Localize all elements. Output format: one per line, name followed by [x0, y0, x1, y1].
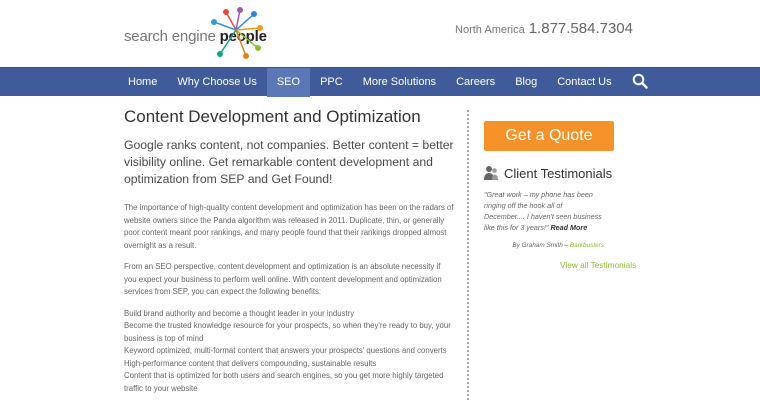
phone-number[interactable]: 1.877.584.7304: [529, 20, 633, 37]
get-a-quote-button[interactable]: Get a Quote: [484, 121, 614, 151]
phone-contact[interactable]: North America 1.877.584.7304: [455, 20, 633, 37]
main-nav: Home Why Choose Us SEO PPC More Solution…: [0, 67, 760, 97]
nav-item-more-solutions[interactable]: More Solutions: [353, 68, 446, 97]
body-paragraph: From an SEO perspective, content develop…: [124, 262, 442, 296]
site-header: search engine people North America 1.877…: [0, 0, 760, 67]
nav-item-seo[interactable]: SEO: [266, 68, 311, 97]
nav-item-ppc[interactable]: PPC: [310, 68, 353, 97]
nav-item-why-choose-us[interactable]: Why Choose Us: [167, 68, 266, 97]
sidebar: Get a Quote Client Testimonials "Great w…: [484, 121, 636, 270]
nav-search-button[interactable]: [622, 68, 658, 97]
view-all-testimonials-link[interactable]: View all Testimonials: [560, 260, 636, 270]
testimonials-title: Client Testimonials: [504, 165, 613, 181]
people-icon: [484, 166, 498, 180]
company-link[interactable]: Barkbusters: [570, 242, 604, 249]
testimonial-quote: "Great work – my phone has been ringing …: [484, 189, 604, 233]
page-title: Content Development and Optimization: [124, 107, 421, 126]
column-divider: [467, 110, 469, 400]
benefit-item: Build brand authority and become a thoug…: [124, 308, 355, 318]
author-name: By Graham Smith –: [512, 242, 570, 249]
people-network-icon: [211, 7, 263, 59]
search-icon[interactable]: [632, 73, 648, 89]
lead-paragraph: Google ranks content, not companies. Bet…: [124, 138, 454, 186]
body-paragraph: The importance of high-quality content d…: [124, 203, 454, 250]
benefit-item: High-performance content that delivers c…: [124, 358, 377, 368]
testimonials-header: Client Testimonials: [484, 165, 634, 181]
read-more-link[interactable]: Read More: [550, 223, 587, 232]
nav-item-blog[interactable]: Blog: [505, 68, 547, 97]
benefit-item: Become the trusted knowledge resource fo…: [124, 321, 451, 343]
nav-item-home[interactable]: Home: [118, 68, 167, 97]
benefits-list: Build brand authority and become a thoug…: [124, 308, 454, 396]
benefit-item: Content that is optimized for both users…: [124, 371, 444, 393]
nav-item-contact-us[interactable]: Contact Us: [547, 68, 621, 97]
phone-region: North America: [455, 24, 525, 36]
nav-item-careers[interactable]: Careers: [446, 68, 505, 97]
benefit-item: Keyword optimized, multi-format content …: [124, 346, 447, 355]
main-content: Content Development and Optimization Goo…: [124, 107, 454, 395]
logo[interactable]: search engine people: [124, 6, 267, 60]
testimonial-author: By Graham Smith – Barkbusters: [484, 242, 604, 249]
